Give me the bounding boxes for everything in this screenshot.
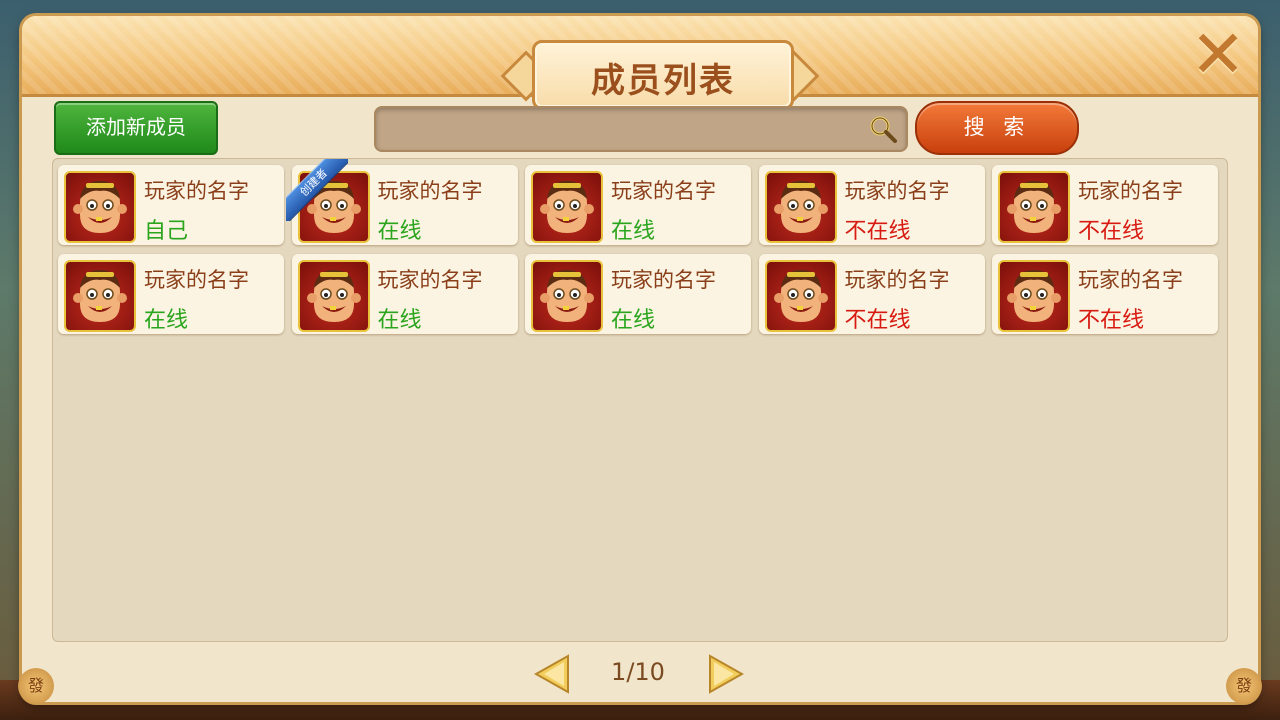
avatar: [64, 171, 136, 243]
member-name: 玩家的名字: [144, 179, 249, 203]
member-name: 玩家的名字: [377, 179, 483, 203]
avatar-face-icon: [773, 181, 828, 233]
member-status: 不在线: [844, 308, 911, 333]
member-name: 玩家的名字: [1078, 268, 1183, 292]
dialog-title: 成员列表: [591, 61, 735, 101]
avatar: [64, 260, 136, 332]
member-name: 玩家的名字: [144, 268, 249, 292]
member-status: 在线: [611, 219, 656, 244]
avatar-face-icon: [73, 181, 127, 233]
avatar-face-icon: [73, 270, 127, 322]
avatar-face-icon: [1007, 270, 1061, 322]
avatar-face-icon: [540, 181, 594, 233]
avatar: [531, 260, 603, 332]
page-indicator: 1/10: [611, 658, 665, 686]
member-card[interactable]: 创建者 玩家的名字在线: [285, 159, 518, 245]
member-name: 玩家的名字: [1078, 179, 1183, 203]
member-card[interactable]: 玩家的名字 自己: [58, 165, 284, 245]
member-name: 玩家的名字: [844, 268, 950, 292]
member-card[interactable]: 玩家的名字 不在线: [758, 254, 985, 334]
search-button[interactable]: 搜 索: [915, 101, 1079, 155]
creator-badge-label: 创建者: [285, 159, 348, 221]
creator-badge: 创建者: [285, 159, 348, 221]
avatar-face-icon: [1007, 181, 1061, 233]
member-status: 在线: [377, 219, 422, 244]
avatar-face-icon: [540, 270, 594, 322]
member-status: 不在线: [1078, 308, 1145, 333]
avatar: [297, 260, 370, 332]
member-card[interactable]: 玩家的名字 在线: [58, 254, 284, 334]
member-name: 玩家的名字: [611, 268, 716, 292]
pagination: 1/10: [22, 652, 1258, 696]
corner-ornament-right: 發: [1226, 668, 1262, 704]
add-member-button[interactable]: 添加新成员: [54, 101, 218, 155]
avatar: [998, 260, 1070, 332]
member-list-dialog: 成员列表 ✕ 添加新成员 搜 索 玩家的名字 自己 创建者 玩家的名字 在线 玩家的名字在…: [18, 16, 1262, 704]
member-name: 玩家的名字: [611, 179, 716, 203]
search-input[interactable]: [386, 112, 850, 146]
avatar: [764, 171, 837, 243]
prev-page-arrow-icon[interactable]: [534, 654, 570, 694]
avatar: [998, 171, 1070, 243]
search-field[interactable]: [374, 106, 908, 152]
member-name: 玩家的名字: [844, 179, 950, 203]
member-card[interactable]: 玩家的名字 不在线: [992, 254, 1218, 334]
avatar: [531, 171, 603, 243]
member-status: 自己: [144, 219, 189, 244]
member-name: 玩家的名字: [377, 268, 483, 292]
member-card[interactable]: 玩家的名字 不在线: [992, 165, 1218, 245]
member-card[interactable]: 玩家的名字 在线: [525, 254, 751, 334]
next-page-arrow-icon[interactable]: [708, 654, 744, 694]
member-status: 在线: [611, 308, 656, 333]
member-status: 不在线: [844, 219, 911, 244]
member-status: 在线: [377, 308, 422, 333]
avatar-face-icon: [306, 270, 361, 322]
member-card[interactable]: 玩家的名字 在线: [291, 254, 518, 334]
member-status: 不在线: [1078, 219, 1145, 244]
search-icon[interactable]: [868, 114, 898, 144]
title-plate-body: 成员列表: [532, 40, 794, 110]
member-card[interactable]: 玩家的名字 在线: [525, 165, 751, 245]
avatar-face-icon: [773, 270, 828, 322]
member-status: 在线: [144, 308, 189, 333]
avatar: [764, 260, 837, 332]
title-plate: 成员列表: [500, 38, 820, 110]
member-card[interactable]: 玩家的名字 不在线: [758, 165, 985, 245]
member-list: 玩家的名字 自己 创建者 玩家的名字 在线 玩家的名字 在线 玩家的名字 不在线 玩家的名字 不在线…: [52, 158, 1228, 642]
corner-ornament-left: 發: [18, 668, 54, 704]
close-button[interactable]: ✕: [1190, 22, 1246, 88]
